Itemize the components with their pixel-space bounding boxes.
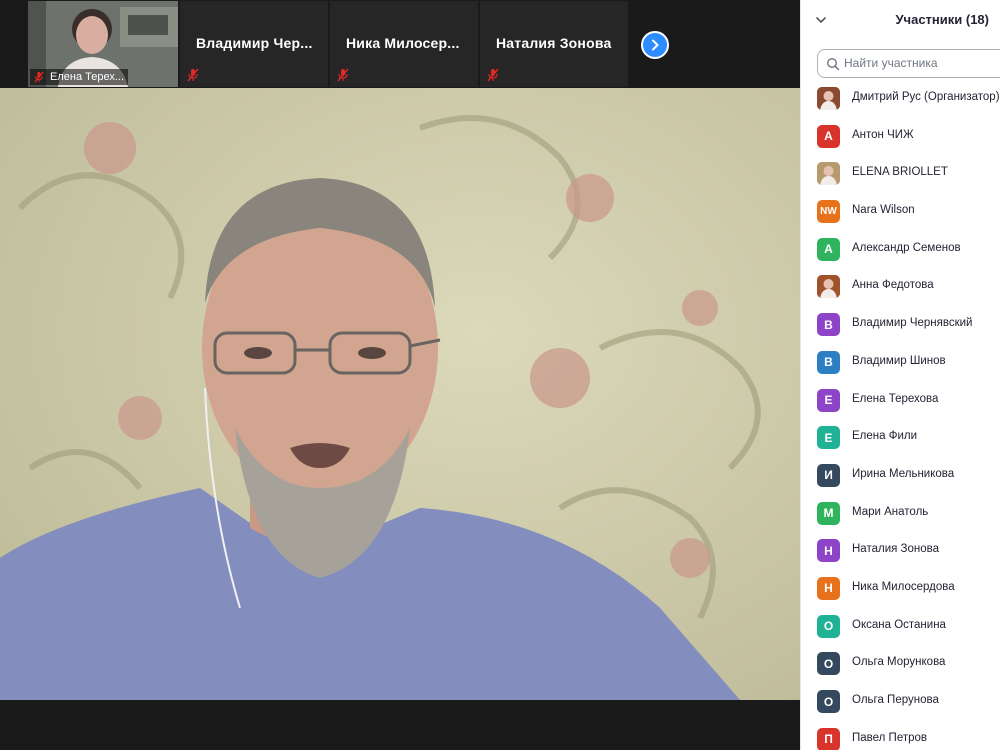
participant-name: Мари Анатоль [852,505,929,518]
participant-name: Наталия Зонова [852,543,940,556]
participant-initials-avatar: П [817,727,840,750]
participant-name: Александр Семенов [852,241,961,254]
name-thumbnail-nika[interactable]: Ника Милосер... [330,1,478,87]
participant-row[interactable]: Дмитрий Рус (Организатор) [801,80,1000,118]
participant-initials-avatar: Н [817,539,840,563]
participant-photo-avatar [817,275,840,299]
participant-name: Анна Федотова [852,279,934,292]
name-thumbnail-vladimir[interactable]: Владимир Чер... [180,1,328,87]
participant-row[interactable]: Е Елена Терехова [801,382,1000,420]
video-thumbnail-elena[interactable]: Елена Терех... [28,1,178,87]
participant-row[interactable]: П Павел Петров [801,721,1000,750]
avatar-initials: П [824,732,833,747]
avatar-initials: О [823,694,834,709]
thumbnail-name: Ника Милосер... [346,35,460,51]
chevron-right-icon [652,39,659,51]
participants-list: Дмитрий Рус (Организатор) А Антон ЧИЖ ELENA… [801,80,1000,750]
participant-initials-avatar: В [817,313,840,337]
participant-row[interactable]: Н Ника Милосердова [801,570,1000,608]
avatar-initials: В [824,317,833,332]
participant-row[interactable]: Анна Федотова [801,268,1000,306]
participant-row[interactable]: И Ирина Мельникова [801,457,1000,495]
participant-row[interactable]: В Владимир Чернявский [801,306,1000,344]
participants-panel-header: Участники (18) [801,0,1000,40]
name-thumbnail-natalia[interactable]: Наталия Зонова [480,1,628,87]
participant-row[interactable]: В Владимир Шинов [801,344,1000,382]
muted-mic-icon [34,71,44,83]
avatar-initials: В [824,355,833,370]
participant-initials-avatar: М [817,501,840,525]
participant-name: Антон ЧИЖ [852,128,914,141]
participant-name: Ольга Морункова [852,656,946,669]
avatar-initials: О [823,619,834,634]
chevron-down-icon[interactable] [815,14,827,26]
muted-mic-icon [487,68,499,82]
participant-photo-avatar [817,87,840,110]
search-placeholder: Найти участника [844,56,938,70]
participant-initials-avatar: О [817,690,840,713]
avatar-initials: А [824,129,833,144]
avatar-initials: NW [820,206,837,218]
participant-row[interactable]: А Александр Семенов [801,231,1000,269]
next-page-button[interactable] [641,31,669,59]
avatar-initials: А [824,242,833,257]
participant-initials-avatar: О [817,652,840,676]
participant-initials-avatar: Е [817,388,840,412]
participant-initials-avatar: А [817,124,840,148]
participant-row[interactable]: А Антон ЧИЖ [801,118,1000,156]
participant-row[interactable]: О Ольга Морункова [801,645,1000,683]
participant-row[interactable]: Е Елена Фили [801,419,1000,457]
meeting-bottom-area [0,700,800,750]
avatar-initials: О [823,656,834,671]
participants-panel: Участники (18) Найти участника Дмитрий Р… [800,0,1000,750]
avatar-initials: М [823,506,834,521]
participant-name: Оксана Останина [852,618,946,631]
avatar-initials: И [824,468,833,483]
participant-name: Дмитрий Рус (Организатор) [852,91,1000,103]
participant-initials-avatar: Н [817,576,840,600]
participant-row[interactable]: О Ольга Перунова [801,683,1000,721]
participant-name: Елена Терехова [852,392,939,405]
participant-row[interactable]: М Мари Анатоль [801,495,1000,533]
participant-name: Ирина Мельникова [852,467,955,480]
participant-name: Ника Милосердова [852,580,955,593]
muted-mic-icon [337,68,349,82]
participant-initials-avatar: А [817,237,840,261]
meeting-area: Елена Терех... Владимир Чер... Ника Мило… [0,0,800,750]
participant-photo-avatar [817,162,840,186]
participant-initials-avatar: И [817,463,840,487]
participant-row[interactable]: ELENA BRIOLLET [801,155,1000,193]
thumbnail-strip: Елена Терех... Владимир Чер... Ника Мило… [0,0,800,88]
muted-mic-icon [187,68,199,82]
participant-initials-avatar: В [817,350,840,374]
participant-name: Ольга Перунова [852,694,939,706]
avatar-initials: Е [824,393,833,407]
participant-name: Nara Wilson [852,204,915,217]
avatar-initials: Н [824,581,833,596]
participants-panel-title: Участники (18) [895,12,989,27]
participant-name: Павел Петров [852,731,928,744]
participant-search-input[interactable]: Найти участника [817,49,1000,78]
participant-name: Владимир Чернявский [852,317,973,330]
speaker-video-image [0,88,800,700]
participant-row[interactable]: О Оксана Останина [801,608,1000,646]
avatar-initials: Е [824,430,833,445]
participant-initials-avatar: Е [817,426,840,450]
avatar-initials: Н [824,543,833,558]
thumbnail-name: Владимир Чер... [196,35,313,51]
search-icon [826,57,840,71]
active-speaker-video [0,88,800,700]
thumbnail-name: Наталия Зонова [496,35,612,51]
participant-name: Елена Фили [852,430,918,443]
participant-initials-avatar: О [817,614,840,638]
participant-row[interactable]: Н Наталия Зонова [801,532,1000,570]
participant-name: ELENA BRIOLLET [852,166,948,179]
participant-row[interactable]: NW Nara Wilson [801,193,1000,231]
participant-initials-avatar: NW [817,200,840,224]
participant-name: Владимир Шинов [852,354,946,367]
